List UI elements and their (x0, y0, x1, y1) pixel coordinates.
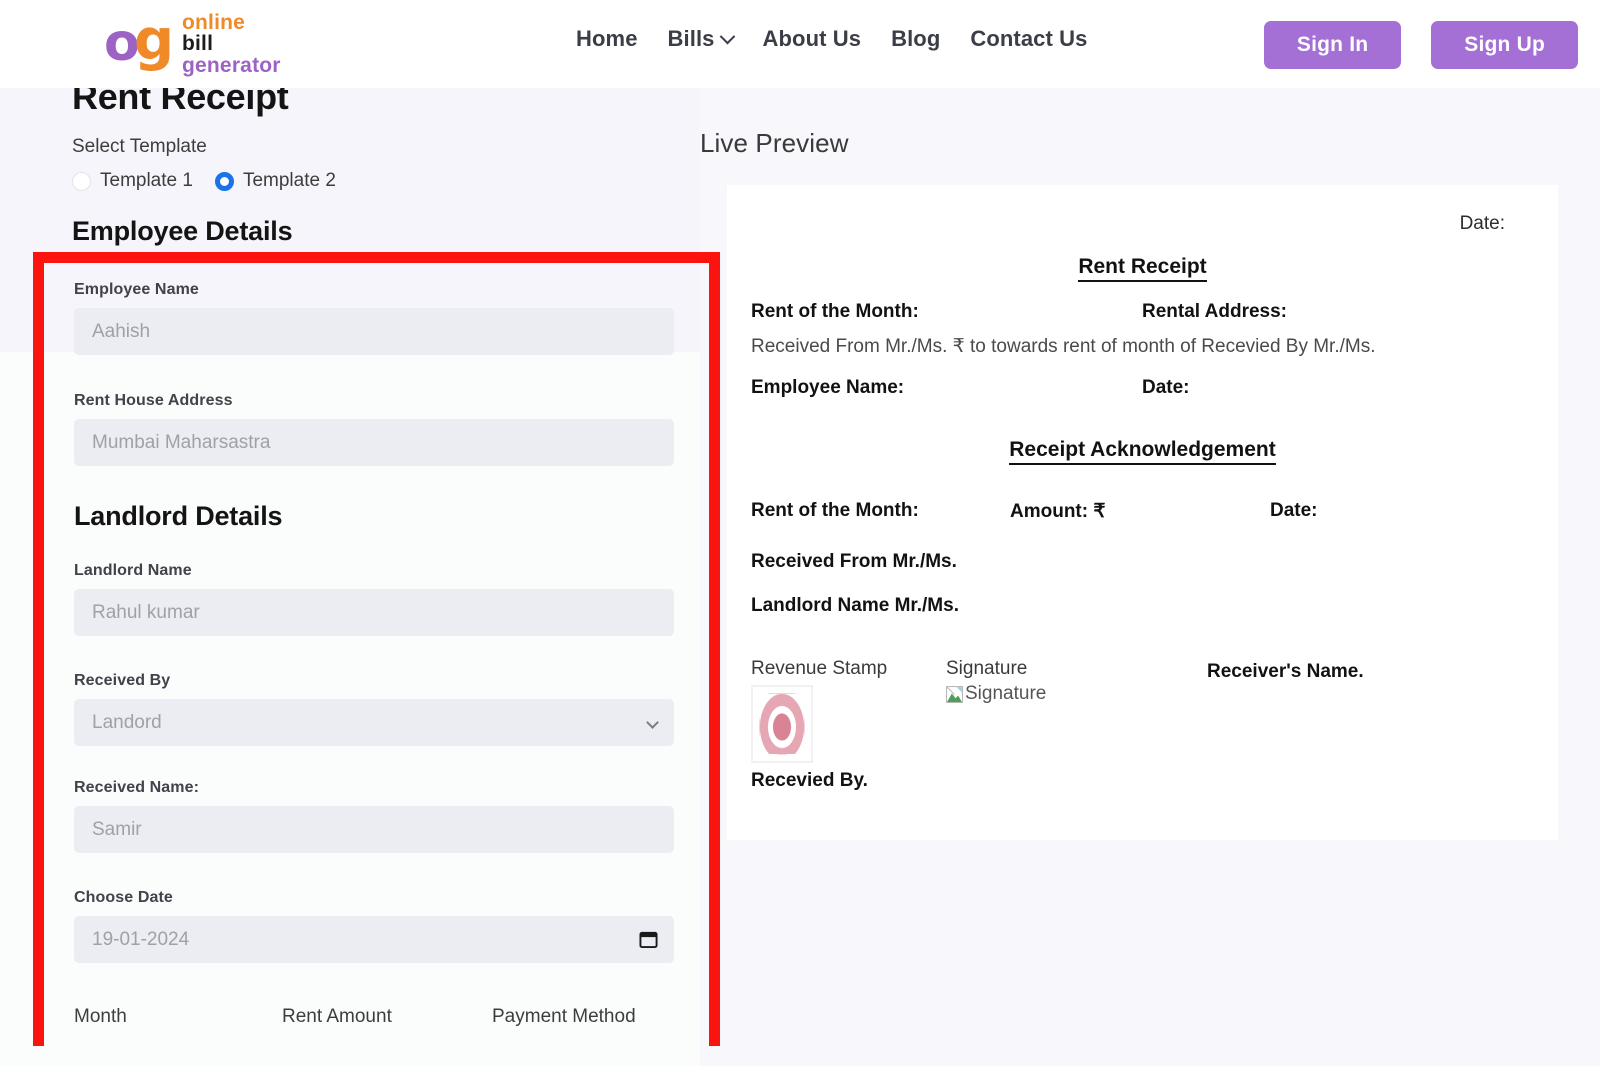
column-header-rent-amount: Rent Amount (282, 1006, 392, 1027)
value-received-by: Landord (92, 712, 162, 733)
logo-mark-icon: o g (104, 13, 178, 75)
revenue-stamp-image (751, 685, 813, 763)
preview-receivers-name: Receiver's Name. (1207, 661, 1364, 682)
nav-label-home: Home (576, 26, 638, 51)
preview-sentence: Received From Mr./Ms. ₹ to towards rent … (751, 336, 1376, 357)
field-employee-name: Employee Name Aahish (74, 281, 674, 355)
field-choose-date: Choose Date 19-01-2024 (74, 889, 674, 963)
preview-ack-amount: Amount: ₹ (1010, 501, 1106, 522)
entries-column-headers: Month Rent Amount Payment Method (74, 1006, 674, 1028)
field-landlord-name: Landlord Name Rahul kumar (74, 562, 674, 636)
section-heading-employee-details: Employee Details (72, 216, 293, 246)
nav-label-blog: Blog (891, 26, 941, 51)
logo-text-generator: generator (182, 53, 281, 77)
preview-received-from: Received From Mr./Ms. (751, 551, 957, 572)
section-heading-landlord-details: Landlord Details (74, 501, 283, 531)
site-logo[interactable]: o g online bill generator (104, 8, 281, 80)
live-preview-title: Live Preview (700, 128, 849, 158)
preview-ack-heading-text: Receipt Acknowledgement (1009, 438, 1276, 465)
auth-buttons: Sign In Sign Up (1263, 21, 1578, 69)
preview-rental-address: Rental Address: (1142, 301, 1287, 322)
input-employee-name[interactable]: Aahish (74, 308, 674, 355)
calendar-icon[interactable] (639, 929, 658, 949)
preview-ack-rent-of-month: Rent of the Month: (751, 500, 919, 521)
preview-revenue-stamp-label: Revenue Stamp (751, 658, 888, 679)
label-received-name: Received Name: (74, 779, 200, 796)
preview-received-by: Recevied By. (751, 770, 868, 791)
placeholder-rent-house-address: Mumbai Maharsastra (92, 432, 271, 453)
radio-label-template-1: Template 1 (100, 170, 193, 191)
value-choose-date: 19-01-2024 (92, 929, 190, 950)
preview-employee-name: Employee Name: (751, 377, 905, 398)
label-rent-house-address: Rent House Address (74, 392, 233, 409)
logo-letter-g: g (134, 8, 175, 73)
receipt-preview-card: Date: Rent Receipt Rent of the Month: Re… (727, 185, 1558, 840)
sign-in-button[interactable]: Sign In (1263, 21, 1402, 69)
select-received-by[interactable]: Landord (74, 699, 674, 746)
preview-rent-of-month: Rent of the Month: (751, 301, 919, 322)
column-header-month: Month (74, 1006, 127, 1027)
field-received-name: Received Name: Samir (74, 779, 674, 853)
preview-date-mid: Date: (1142, 377, 1190, 398)
input-rent-house-address[interactable]: Mumbai Maharsastra (74, 419, 674, 466)
sign-up-button[interactable]: Sign Up (1431, 21, 1578, 69)
site-header: o g online bill generator Home Bills Abo… (0, 0, 1600, 88)
radio-icon-template-2[interactable] (214, 171, 234, 191)
select-template-label: Select Template (72, 136, 207, 157)
nav-item-bills[interactable]: Bills (667, 26, 735, 52)
chevron-down-icon (646, 716, 659, 729)
input-landlord-name[interactable]: Rahul kumar (74, 589, 674, 636)
input-received-name[interactable]: Samir (74, 806, 674, 853)
field-received-by: Received By Landord (74, 672, 674, 746)
preview-landlord-name: Landlord Name Mr./Ms. (751, 595, 959, 616)
label-received-by: Received By (74, 672, 171, 689)
nav-item-home[interactable]: Home (576, 26, 638, 52)
label-landlord-name: Landlord Name (74, 562, 192, 579)
logo-text-online: online (182, 10, 246, 34)
radio-icon-template-1[interactable] (72, 171, 91, 191)
signature-broken-image: Signature (946, 683, 1046, 705)
preview-signature-label: Signature (946, 658, 1028, 679)
preview-date-top: Date: (1459, 213, 1505, 234)
nav-label-about-us: About Us (762, 26, 862, 51)
label-employee-name: Employee Name (74, 281, 199, 298)
placeholder-received-name: Samir (92, 819, 142, 840)
radio-label-template-2: Template 2 (242, 170, 336, 191)
logo-text-bill: bill (182, 32, 214, 56)
signature-alt-text: Signature (965, 683, 1047, 704)
radio-option-template-2[interactable]: Template 2 (214, 170, 336, 192)
preview-ack-heading: Receipt Acknowledgement (727, 438, 1558, 465)
broken-image-icon (946, 685, 963, 703)
nav-item-contact-us[interactable]: Contact Us (970, 26, 1087, 52)
field-rent-house-address: Rent House Address Mumbai Maharsastra (74, 392, 674, 466)
preview-receipt-heading: Rent Receipt (727, 255, 1558, 282)
revenue-stamp-inner-pattern (759, 693, 805, 755)
label-choose-date: Choose Date (74, 889, 173, 906)
placeholder-landlord-name: Rahul kumar (92, 602, 200, 623)
page-root: o g online bill generator Home Bills Abo… (0, 0, 1600, 1066)
input-choose-date[interactable]: 19-01-2024 (74, 916, 674, 963)
template-radio-group: Template 1 Template 2 (72, 170, 336, 192)
preview-receipt-heading-text: Rent Receipt (1078, 255, 1207, 282)
nav-item-about-us[interactable]: About Us (763, 26, 862, 52)
logo-wordmark: online bill generator (182, 10, 281, 77)
chevron-down-icon (719, 28, 735, 44)
radio-option-template-1[interactable]: Template 1 (72, 170, 193, 192)
preview-ack-date: Date: (1270, 500, 1318, 521)
column-header-payment-method: Payment Method (492, 1006, 636, 1027)
nav-item-blog[interactable]: Blog (891, 26, 940, 52)
placeholder-employee-name: Aahish (92, 321, 151, 342)
nav-label-contact-us: Contact Us (970, 26, 1088, 51)
nav-label-bills: Bills (667, 26, 715, 51)
main-navigation: Home Bills About Us Blog Contact Us (576, 26, 1087, 52)
